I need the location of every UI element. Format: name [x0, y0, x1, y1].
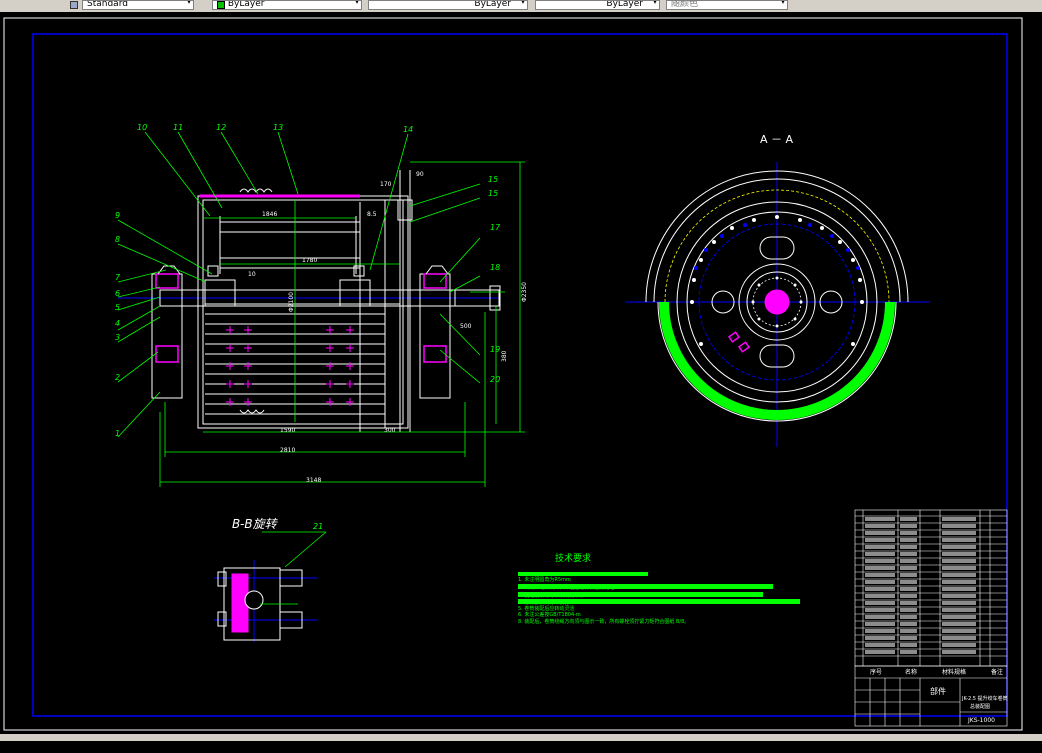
svg-text:12: 12	[216, 123, 226, 132]
section-aa-view	[625, 162, 930, 447]
color-value: ByLayer	[227, 0, 265, 9]
svg-text:11: 11	[173, 123, 183, 132]
linetype-value: ByLayer	[474, 0, 511, 9]
tech-requirements-title: 技术要求	[555, 552, 591, 564]
svg-text:1846: 1846	[262, 211, 277, 218]
svg-text:20: 20	[490, 375, 500, 384]
svg-text:8. 装配后，卷筒绕绳方向须与图示一致，所有螺栓须拧紧力矩符: 8. 装配后，卷筒绕绳方向须与图示一致，所有螺栓须拧紧力矩符合图纸 B/8。	[518, 618, 689, 625]
svg-text:10: 10	[137, 123, 147, 132]
chevron-down-icon: ▾	[186, 0, 191, 6]
svg-text:19: 19	[490, 345, 500, 354]
svg-text:JK-2.5 提升绞车卷筒: JK-2.5 提升绞车卷筒	[961, 695, 1008, 702]
svg-text:6: 6	[115, 289, 120, 298]
svg-text:1. 未注明圆角为R5mm: 1. 未注明圆角为R5mm	[518, 576, 571, 583]
properties-toolbar: Standard ▾ ByLayer ▾ ByLayer ▾ ByLayer ▾…	[0, 0, 1042, 12]
tech-requirements: 1. 未注明圆角为R5mm 2. 所有焊缝须满焊，焊后应进行去应力处理 3. 装…	[518, 572, 800, 625]
svg-text:9: 9	[115, 211, 120, 220]
lineweight-dropdown[interactable]: ByLayer ▾	[535, 0, 660, 10]
svg-text:Φ2100: Φ2100	[288, 292, 295, 312]
svg-text:1: 1	[115, 429, 120, 438]
text-style-dropdown[interactable]: Standard ▾	[82, 0, 194, 10]
svg-text:4: 4	[115, 319, 120, 328]
text-style-icon	[70, 1, 78, 9]
svg-text:5: 5	[115, 303, 120, 312]
winch-section-view	[117, 131, 525, 487]
svg-text:备注: 备注	[991, 668, 1003, 676]
svg-text:17: 17	[490, 223, 501, 232]
plot-style-dropdown[interactable]: 随颜色 ▾	[666, 0, 788, 10]
cad-drawing[interactable]: 1846 1780 1590 300 2810 3148 Φ2350 Φ2100…	[0, 12, 1042, 734]
svg-text:170: 170	[380, 181, 392, 188]
svg-text:14: 14	[403, 125, 413, 134]
drawing-canvas[interactable]: 1846 1780 1590 300 2810 3148 Φ2350 Φ2100…	[0, 12, 1042, 734]
chevron-down-icon: ▾	[354, 0, 359, 6]
parts-list-fill	[865, 517, 976, 654]
svg-text:15: 15	[488, 189, 498, 198]
svg-text:18: 18	[490, 263, 500, 272]
svg-text:8: 8	[115, 235, 120, 244]
chevron-down-icon: ▾	[780, 0, 785, 6]
svg-text:15: 15	[488, 175, 498, 184]
svg-text:1590: 1590	[280, 427, 295, 434]
svg-text:90: 90	[416, 171, 424, 178]
linetype-dropdown[interactable]: ByLayer ▾	[368, 0, 528, 10]
plot-style-value: 随颜色	[671, 0, 699, 9]
part-number-labels: 10 11 12 13 14 15 15 17 18 19 20 9 8 7 6…	[115, 123, 501, 531]
svg-text:2: 2	[115, 373, 120, 382]
svg-text:5. 卷筒装配后应转动灵活: 5. 卷筒装配后应转动灵活	[518, 605, 574, 612]
svg-text:300: 300	[384, 427, 396, 434]
svg-text:21: 21	[313, 522, 323, 531]
status-bar: 显示	[0, 734, 1042, 751]
svg-text:1780: 1780	[302, 257, 317, 264]
svg-text:3148: 3148	[306, 477, 321, 484]
svg-text:10: 10	[248, 271, 256, 278]
svg-text:3: 3	[115, 333, 120, 342]
svg-text:380: 380	[501, 350, 508, 362]
section-bb-title: B-B旋转	[232, 517, 279, 531]
svg-text:总装配图: 总装配图	[970, 703, 990, 710]
svg-text:序号: 序号	[870, 668, 882, 676]
lineweight-value: ByLayer	[606, 0, 643, 9]
chevron-down-icon: ▾	[520, 0, 525, 6]
svg-text:JKS-1000: JKS-1000	[967, 717, 995, 724]
svg-text:6. 未注公差按GB/T1804-m: 6. 未注公差按GB/T1804-m	[518, 611, 581, 618]
svg-text:Φ2350: Φ2350	[521, 282, 528, 302]
section-bb-view	[214, 560, 318, 642]
text-style-value: Standard	[87, 0, 128, 9]
svg-text:材料规格: 材料规格	[942, 668, 966, 676]
svg-text:部件: 部件	[930, 686, 946, 696]
section-aa-title: A － A	[760, 133, 794, 146]
svg-text:名称: 名称	[905, 668, 917, 676]
svg-text:500: 500	[460, 323, 472, 330]
color-swatch-icon	[217, 1, 225, 9]
svg-text:2810: 2810	[280, 447, 295, 454]
svg-text:13: 13	[273, 123, 283, 132]
svg-text:7: 7	[115, 273, 121, 282]
status-text: 显示	[2, 743, 16, 751]
svg-text:8.5: 8.5	[367, 211, 377, 218]
color-dropdown[interactable]: ByLayer ▾	[212, 0, 362, 10]
chevron-down-icon: ▾	[652, 0, 657, 6]
